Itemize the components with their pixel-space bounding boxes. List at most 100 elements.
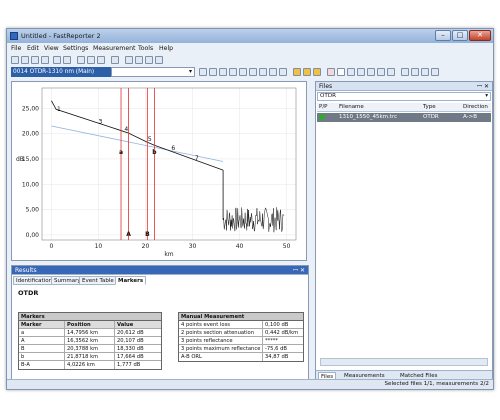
add-event-icon[interactable] [411,68,419,76]
chevron-down-icon: ▾ [485,93,488,99]
status-bar: Selected files 1/1, measurements 2/2 [7,379,493,389]
cell-value: 17,664 dB [117,354,144,360]
minimize-button[interactable]: – [435,30,451,41]
warning-icon[interactable] [313,68,321,76]
file-type-filter[interactable]: OTDR ▾ [317,92,491,101]
event-label: 1 [57,106,61,113]
two-point-icon[interactable] [347,68,355,76]
cell-position: 21,8718 km [65,353,115,361]
menu-view[interactable]: View [44,45,59,52]
zoom-area-icon[interactable] [219,68,227,76]
print-icon[interactable] [53,56,61,64]
copy-icon[interactable] [87,56,95,64]
cell-position: 16,3562 km [65,337,115,345]
lock-alt-icon[interactable] [303,68,311,76]
save-all-icon[interactable] [41,56,49,64]
trace-select[interactable]: 0014 OTDR-1310 nm (Main) [11,67,111,77]
overlay-icon[interactable] [259,68,267,76]
y-tick-label: 5,00 [26,207,40,214]
results-heading: OTDR [18,289,39,297]
settings-icon[interactable] [155,56,163,64]
analyze-icon[interactable] [431,68,439,76]
menu-file[interactable]: File [11,45,21,52]
x-tick-label: 0 [49,243,53,250]
cursor-icon[interactable] [269,68,277,76]
checkmark-icon[interactable] [319,114,325,120]
trace-dropdown[interactable]: ▾ [111,67,195,77]
maximize-button[interactable]: □ [452,30,468,41]
four-point-icon[interactable] [357,68,365,76]
reset-icon[interactable] [279,68,287,76]
otdr-graph[interactable]: 0 10 20 30 40 50 0,00 5,00 10,00 15,00 20,00 25,00 k… [11,81,307,261]
cell-position: 20,3788 km [65,345,115,353]
app-icon [10,32,18,40]
event-label: 7 [195,155,199,162]
tab-event-table[interactable]: Event Table [79,276,117,285]
help-icon[interactable] [111,56,119,64]
cut-icon[interactable] [77,56,85,64]
paste-icon[interactable] [97,56,105,64]
table-row: 3 points maximum reflectance -75,6 dB [179,345,303,353]
zoom-out-icon[interactable] [209,68,217,76]
markers-table: Markers Marker Position Value a 14,7956 … [18,312,162,370]
table-row: A 16,3562 km 20,107 dB [19,337,161,345]
manual-measurement-table: Manual Measurement 4 points event loss 0… [178,312,304,362]
cell-marker: b [19,353,65,361]
files-panel-header: Files ꟷ ✕ [316,82,492,91]
files-scrollbar[interactable] [320,358,488,366]
results-panel: Results ꟷ ✕ Identification Summary Event… [11,265,309,381]
new-icon[interactable] [11,56,19,64]
zoom-fit-icon[interactable] [229,68,237,76]
chevron-down-icon: ▾ [188,68,192,75]
close-button[interactable]: ✕ [469,30,491,41]
report-icon[interactable] [125,56,133,64]
cell-value: 20,612 dB [117,330,144,336]
delete-event-icon[interactable] [421,68,429,76]
x-tick-label: 10 [95,243,103,250]
col-type[interactable]: Type [423,104,436,110]
grid-icon[interactable] [249,68,257,76]
panel-pin-close-icon[interactable]: ꟷ ✕ [477,82,489,91]
col-filename[interactable]: Filename [339,104,364,110]
zoom-in-icon[interactable] [199,68,207,76]
event-label: 6 [171,145,175,152]
results-tabs: Identification Summary Event Table Marke… [13,276,307,285]
cell-measure-label: 3 points reflectance [179,337,263,345]
x-tick-label: 40 [236,243,244,250]
table-icon[interactable] [145,56,153,64]
table-row: b 21,8718 km 17,664 dB [19,353,161,361]
marker-icon[interactable] [327,68,335,76]
export-icon[interactable] [135,56,143,64]
marker-label-A: A [126,231,131,238]
section-icon[interactable] [387,68,395,76]
menu-settings[interactable]: Settings [63,45,88,52]
save-icon[interactable] [31,56,39,64]
table-row[interactable]: 1310_1550_45km.trc OTDR A->B [317,113,491,122]
plot-frame [41,87,297,241]
x-tick-label: 20 [142,243,150,250]
print-preview-icon[interactable] [63,56,71,64]
event-label: 4 [124,126,128,133]
marker-ab-icon[interactable] [337,68,345,76]
otdr-chart-svg[interactable]: 0 10 20 30 40 50 0,00 5,00 10,00 15,00 20,00 25,00 k… [12,82,306,260]
reflectance-icon[interactable] [377,68,385,76]
trace-toolbar: 0014 OTDR-1310 nm (Main) ▾ [7,67,493,78]
menu-help[interactable]: Help [159,45,173,52]
menu-edit[interactable]: Edit [27,45,39,52]
results-panel-title: Results [15,267,37,274]
col-pp[interactable]: P/P [319,104,328,110]
menu-tools[interactable]: Tools [138,45,153,52]
event-icon[interactable] [401,68,409,76]
row-direction: A->B [463,114,478,120]
tab-markers[interactable]: Markers [115,276,147,285]
table-row: 2 points section attenuation 0,442 dB/km [179,329,303,337]
orl-icon[interactable] [367,68,375,76]
lock-icon[interactable] [293,68,301,76]
menu-measurement[interactable]: Measurement [93,45,135,52]
tab-identification[interactable]: Identification [13,276,56,285]
cell-value: 20,107 dB [117,338,144,344]
open-icon[interactable] [21,56,29,64]
col-direction[interactable]: Direction [463,104,488,110]
panel-pin-close-icon[interactable]: ꟷ ✕ [293,266,305,275]
pan-icon[interactable] [239,68,247,76]
